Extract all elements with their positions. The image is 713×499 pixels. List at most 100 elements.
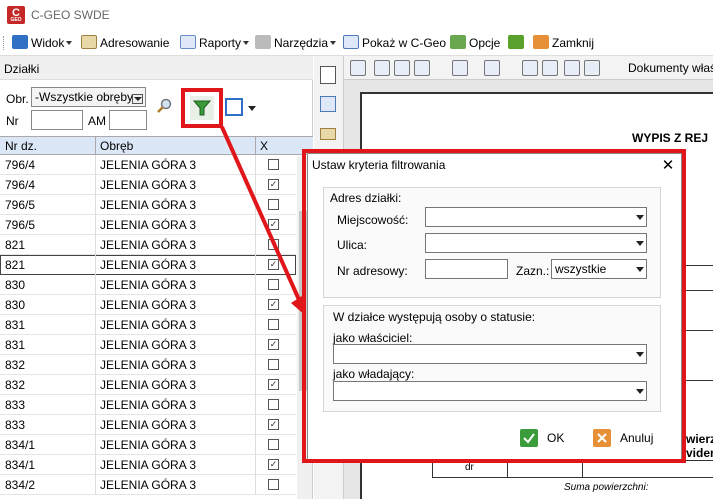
app-logo-icon: C GEO bbox=[7, 6, 25, 24]
checkbox[interactable]: ✓ bbox=[268, 379, 279, 390]
multi-page-icon[interactable] bbox=[584, 60, 600, 76]
checkbox[interactable]: ✓ bbox=[268, 339, 279, 350]
checkbox[interactable] bbox=[268, 319, 279, 330]
menu-opcje[interactable]: Opcje bbox=[450, 34, 500, 52]
table-row[interactable]: 821 JELENIA GÓRA 3 ✓ bbox=[0, 255, 296, 275]
chevron-down-icon bbox=[243, 41, 250, 45]
cell-obreb: JELENIA GÓRA 3 bbox=[100, 378, 197, 392]
cell-nr: 796/4 bbox=[5, 158, 36, 172]
cell-obreb: JELENIA GÓRA 3 bbox=[100, 218, 197, 232]
cell-obreb: JELENIA GÓRA 3 bbox=[100, 478, 197, 492]
envelope-icon[interactable] bbox=[320, 128, 336, 140]
menu-narzedzia[interactable]: Narzędzia bbox=[255, 34, 337, 52]
column-nr-dz[interactable]: Nr dz. bbox=[5, 139, 37, 153]
cell-nr: 831 bbox=[5, 318, 26, 332]
table-row[interactable]: 833 JELENIA GÓRA 3 bbox=[0, 395, 296, 415]
table-row[interactable]: 830 JELENIA GÓRA 3 ✓ bbox=[0, 295, 296, 315]
chevron-down-icon bbox=[66, 41, 73, 45]
table-row[interactable]: 833 JELENIA GÓRA 3 ✓ bbox=[0, 415, 296, 435]
menu-label: Narzędzia bbox=[274, 36, 329, 50]
obr-select-value: -Wszystkie obręby bbox=[35, 90, 134, 104]
doc-side-text: viden bbox=[686, 446, 713, 460]
column-x[interactable]: X bbox=[260, 139, 268, 153]
checkbox[interactable] bbox=[268, 479, 279, 490]
zoom-in-icon[interactable] bbox=[522, 60, 538, 76]
parcels-pane: Działki Obr. -Wszystkie obręby Nr AM Nr … bbox=[0, 56, 313, 499]
checkbox[interactable] bbox=[268, 159, 279, 170]
save-icon[interactable] bbox=[452, 60, 468, 76]
menu-android[interactable] bbox=[508, 34, 527, 52]
dropdown-arrow-icon bbox=[132, 94, 143, 104]
table-row[interactable]: 796/4 JELENIA GÓRA 3 ✓ bbox=[0, 175, 296, 195]
document-title: WYPIS Z REJ bbox=[632, 131, 709, 145]
menu-label: Raporty bbox=[199, 36, 242, 50]
checkbox[interactable] bbox=[268, 359, 279, 370]
checkbox[interactable]: ✓ bbox=[268, 419, 279, 430]
cell-nr: 830 bbox=[5, 298, 26, 312]
layout-icon[interactable] bbox=[225, 98, 243, 116]
cell-obreb: JELENIA GÓRA 3 bbox=[100, 198, 197, 212]
export-icon[interactable] bbox=[414, 60, 430, 76]
cell-obreb: JELENIA GÓRA 3 bbox=[100, 398, 197, 412]
checkbox[interactable] bbox=[268, 439, 279, 450]
table-row[interactable]: 830 JELENIA GÓRA 3 bbox=[0, 275, 296, 295]
single-page-icon[interactable] bbox=[564, 60, 580, 76]
zoom-out-icon[interactable] bbox=[542, 60, 558, 76]
am-input[interactable] bbox=[109, 110, 147, 130]
cell-obreb: JELENIA GÓRA 3 bbox=[100, 158, 197, 172]
nr-input[interactable] bbox=[31, 110, 83, 130]
am-label: AM bbox=[88, 114, 106, 128]
checkbox[interactable]: ✓ bbox=[268, 299, 279, 310]
table-row[interactable]: 796/4 JELENIA GÓRA 3 bbox=[0, 155, 296, 175]
chevron-down-icon[interactable] bbox=[248, 106, 256, 111]
table-row[interactable]: 834/1 JELENIA GÓRA 3 bbox=[0, 435, 296, 455]
menu-label: Pokaż w C-Geo bbox=[362, 36, 447, 50]
table-row[interactable]: 831 JELENIA GÓRA 3 bbox=[0, 315, 296, 335]
menu-bar: Widok Adresowanie Raporty Narzędzia Poka… bbox=[0, 30, 713, 56]
table-row[interactable]: 821 JELENIA GÓRA 3 bbox=[0, 235, 296, 255]
checkbox[interactable]: ✓ bbox=[268, 459, 279, 470]
cell-obreb: JELENIA GÓRA 3 bbox=[100, 358, 197, 372]
menu-label: Zamknij bbox=[552, 36, 595, 50]
table-row[interactable]: 831 JELENIA GÓRA 3 ✓ bbox=[0, 335, 296, 355]
column-obreb[interactable]: Obręb bbox=[100, 139, 133, 153]
document-icon[interactable] bbox=[320, 66, 336, 84]
cell-nr: 796/4 bbox=[5, 178, 36, 192]
menu-pokaz-w-cgeo[interactable]: Pokaż w C-Geo bbox=[343, 34, 446, 52]
cell-nr: 832 bbox=[5, 378, 26, 392]
checkbox[interactable]: ✓ bbox=[268, 219, 279, 230]
menu-widok[interactable]: Widok bbox=[12, 34, 73, 52]
table-row[interactable]: 796/5 JELENIA GÓRA 3 ✓ bbox=[0, 215, 296, 235]
menu-label: Widok bbox=[31, 36, 65, 50]
cell-obreb: JELENIA GÓRA 3 bbox=[100, 338, 197, 352]
cell-obreb: JELENIA GÓRA 3 bbox=[100, 318, 197, 332]
print-icon[interactable] bbox=[374, 60, 390, 76]
table-row[interactable]: 832 JELENIA GÓRA 3 bbox=[0, 355, 296, 375]
menu-raporty[interactable]: Raporty bbox=[180, 34, 250, 52]
checkbox[interactable] bbox=[268, 279, 279, 290]
window-icon[interactable] bbox=[320, 96, 336, 112]
search-icon[interactable] bbox=[156, 98, 172, 114]
menu-adresowanie[interactable]: Adresowanie bbox=[81, 34, 169, 52]
doc-cell: dr bbox=[465, 462, 474, 473]
print-preview-icon[interactable] bbox=[394, 60, 410, 76]
checkbox[interactable] bbox=[268, 199, 279, 210]
close-app-icon bbox=[533, 35, 549, 49]
menu-zamknij[interactable]: Zamknij bbox=[533, 34, 594, 52]
table-row[interactable]: 834/1 JELENIA GÓRA 3 ✓ bbox=[0, 455, 296, 475]
help-icon[interactable] bbox=[350, 60, 366, 76]
checkbox[interactable]: ✓ bbox=[268, 259, 279, 270]
filter-highlight bbox=[181, 88, 223, 128]
cell-obreb: JELENIA GÓRA 3 bbox=[100, 278, 197, 292]
window-title: C-GEO SWDE bbox=[31, 8, 110, 22]
cell-nr: 832 bbox=[5, 358, 26, 372]
table-row[interactable]: 834/2 JELENIA GÓRA 3 bbox=[0, 475, 296, 495]
mail-icon[interactable] bbox=[484, 60, 500, 76]
checkbox[interactable]: ✓ bbox=[268, 179, 279, 190]
table-row[interactable]: 832 JELENIA GÓRA 3 ✓ bbox=[0, 375, 296, 395]
table-row[interactable]: 796/5 JELENIA GÓRA 3 bbox=[0, 195, 296, 215]
cell-nr: 821 bbox=[5, 238, 26, 252]
checkbox[interactable] bbox=[268, 239, 279, 250]
checkbox[interactable] bbox=[268, 399, 279, 410]
obr-select[interactable]: -Wszystkie obręby bbox=[31, 87, 146, 107]
